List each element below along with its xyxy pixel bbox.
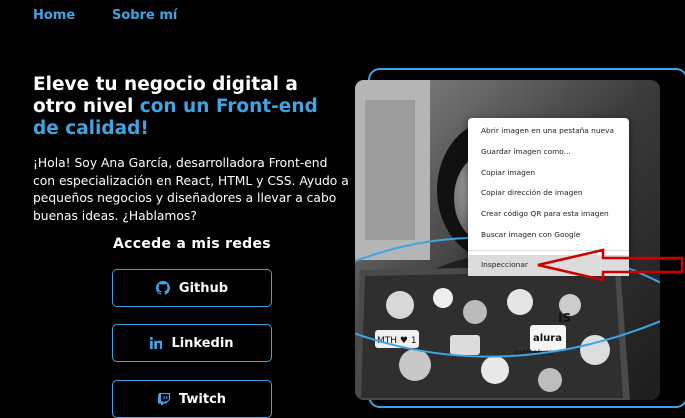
- twitch-button[interactable]: Twitch: [112, 380, 272, 418]
- hero-headline: Eleve tu negocio digital a otro nivel co…: [33, 74, 333, 140]
- sticker-is: IS: [558, 311, 571, 325]
- menu-search-image-google[interactable]: Buscar imagen con Google: [468, 225, 629, 246]
- github-label: Github: [178, 280, 229, 296]
- annotation-arrow-icon: [537, 248, 684, 282]
- sticker-alura: alura: [533, 333, 562, 344]
- github-button[interactable]: Github: [112, 269, 272, 307]
- menu-create-qr-code[interactable]: Crear código QR para esta imagen: [468, 204, 629, 225]
- twitch-icon: [157, 393, 170, 405]
- hero-intro: ¡Hola! Soy Ana García, desarrolladora Fr…: [33, 156, 349, 223]
- nav-about-link[interactable]: Sobre mí: [112, 8, 177, 23]
- menu-open-image-new-tab[interactable]: Abrir imagen en una pestaña nueva: [468, 121, 629, 142]
- linkedin-button[interactable]: Linkedin: [112, 324, 272, 362]
- github-icon: [155, 281, 170, 295]
- linkedin-label: Linkedin: [171, 335, 234, 351]
- menu-copy-image-address[interactable]: Copiar dirección de imagen: [468, 183, 629, 204]
- sticker-mth: MTH ♥ 1: [377, 336, 417, 346]
- socials-title: Accede a mis redes: [113, 236, 271, 252]
- twitch-label: Twitch: [178, 391, 227, 407]
- nav-home-link[interactable]: Home: [33, 8, 75, 23]
- menu-copy-image[interactable]: Copiar imagen: [468, 163, 629, 184]
- linkedin-icon: [150, 337, 163, 349]
- menu-save-image-as[interactable]: Guardar imagen como...: [468, 142, 629, 163]
